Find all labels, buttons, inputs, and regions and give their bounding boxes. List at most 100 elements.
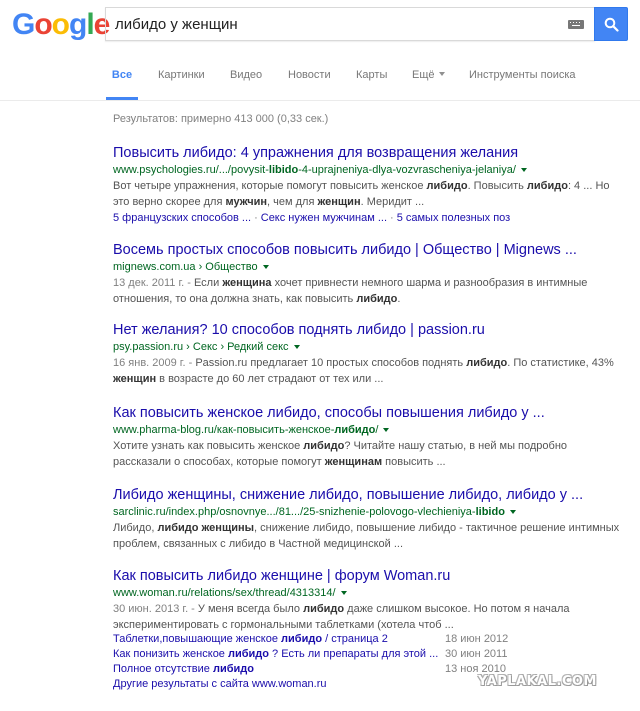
- result-url-text: mignews.com.ua › Общество: [113, 261, 258, 273]
- result-title-link[interactable]: Нет желания? 10 способов поднять либидо …: [113, 321, 613, 339]
- search-input[interactable]: [106, 9, 555, 39]
- tab-more-label: Ещё: [412, 69, 435, 81]
- chevron-down-icon: [438, 72, 445, 76]
- sub-result-text: Как понизить женское: [113, 648, 228, 660]
- search-result: Либидо женщины, снижение либидо, повышен…: [113, 486, 619, 552]
- result-snippet-line: 30 июн. 2013 г. - У меня всегда было либ…: [113, 601, 613, 617]
- sitelink[interactable]: 5 французских способов ...: [113, 212, 251, 224]
- caret-down-icon[interactable]: [340, 591, 347, 595]
- search-result: Восемь простых способов повысить либидо …: [113, 241, 613, 307]
- sitelink[interactable]: Секс нужен мужчинам ...: [261, 212, 387, 224]
- caret-down-icon[interactable]: [383, 428, 390, 432]
- sub-result-row: Таблетки,повышающие женское либидо / стр…: [113, 632, 513, 647]
- result-title-link[interactable]: Как повысить женское либидо, способы пов…: [113, 404, 613, 422]
- tab-all[interactable]: Все: [106, 66, 138, 100]
- result-title-link[interactable]: Повысить либидо: 4 упражнения для возвра…: [113, 144, 613, 162]
- snippet-text: . Меридит ...: [360, 196, 425, 208]
- snippet-highlight: либидо женщины: [157, 522, 255, 534]
- snippet-text: повысить ...: [382, 456, 446, 468]
- tab-news[interactable]: Новости: [288, 66, 331, 100]
- snippet-text: : 4 ... Но: [567, 180, 610, 192]
- result-snippet-line: рассказали о способах, которые помогут ж…: [113, 454, 613, 470]
- result-snippet-line: Вот четыре упражнения, которые помогут п…: [113, 178, 613, 194]
- caret-down-icon[interactable]: [262, 265, 269, 269]
- snippet-text: У меня всегда было: [197, 603, 304, 615]
- header: Google Все Картинки Видео Новости Карты …: [0, 0, 640, 101]
- separator: ·: [254, 212, 258, 224]
- sub-result-text: ? Есть ли препараты для этой ...: [269, 648, 439, 660]
- result-snippet-line: Либидо, либидо женщины, снижение либидо,…: [113, 520, 619, 536]
- result-snippet-line: экспериментировать с гормональными табле…: [113, 617, 613, 633]
- result-stats: Результатов: примерно 413 000 (0,33 сек.…: [113, 113, 329, 125]
- keyboard-icon[interactable]: [568, 20, 584, 29]
- caret-down-icon[interactable]: [520, 168, 527, 172]
- sub-result-row: Как понизить женское либидо ? Есть ли пр…: [113, 647, 513, 662]
- snippet-text: проблем, связанных с либидо в Частной ме…: [113, 538, 404, 550]
- snippet-highlight: либидо: [466, 357, 508, 369]
- tab-search-tools[interactable]: Инструменты поиска: [469, 66, 576, 100]
- tab-images[interactable]: Картинки: [158, 66, 205, 100]
- result-date: 16 янв. 2009 г. -: [113, 357, 196, 369]
- sub-result-highlight: либидо: [281, 633, 323, 645]
- result-url-highlight: libido: [475, 506, 505, 518]
- snippet-highlight: женщин: [113, 373, 157, 385]
- snippet-text: . По статистике, 43%: [507, 357, 614, 369]
- sub-result-date: 30 июн 2011: [445, 648, 508, 660]
- snippet-text: даже слишком высокое. Но потом я начала: [344, 603, 570, 615]
- result-url-part: sarclinic.ru/index.php/osnovnye.../81...…: [113, 506, 476, 518]
- result-url: psy.passion.ru › Секс › Редкий секс: [113, 339, 613, 355]
- result-snippet-line: 13 дек. 2011 г. - Если женщина хочет при…: [113, 275, 613, 291]
- sub-result-link[interactable]: Таблетки,повышающие женское либидо / стр…: [113, 633, 388, 645]
- sub-result-text: / страница 2: [322, 633, 388, 645]
- result-title-link[interactable]: Либидо женщины, снижение либидо, повышен…: [113, 486, 613, 504]
- search-result: Повысить либидо: 4 упражнения для возвра…: [113, 144, 613, 226]
- sub-result-link[interactable]: Полное отсутствие либидо: [113, 663, 254, 675]
- watermark: YAPLAKAL.COM: [478, 674, 597, 689]
- sitelink[interactable]: 5 самых полезных поз: [397, 212, 511, 224]
- caret-down-icon[interactable]: [509, 510, 516, 514]
- result-url: www.pharma-blog.ru/как-повысить-женское-…: [113, 422, 613, 438]
- snippet-text: хочет привнести немного шарма и разнообр…: [271, 277, 588, 289]
- result-snippet-line: отношения, то она должна знать, как повы…: [113, 291, 613, 307]
- snippet-text: У меня всегда было либидо даже слишком в…: [198, 603, 570, 615]
- result-url: sarclinic.ru/index.php/osnovnye.../81...…: [113, 504, 613, 520]
- snippet-highlight: мужчин: [225, 196, 268, 208]
- sub-result-highlight: либидо: [212, 663, 254, 675]
- search-icon: [604, 17, 619, 32]
- result-title-link[interactable]: Как повысить либидо женщине | форум Woma…: [113, 567, 613, 585]
- sub-result-date: 18 июн 2012: [445, 633, 509, 645]
- snippet-text: Либидо,: [113, 522, 158, 534]
- snippet-highlight: женщинам: [324, 456, 383, 468]
- logo-letter: o: [51, 8, 70, 41]
- google-logo[interactable]: Google: [12, 8, 110, 42]
- snippet-text: это верно скорее для: [113, 196, 226, 208]
- snippet-text: рассказали о способах, которые помогут: [113, 456, 325, 468]
- result-snippet-line: 16 янв. 2009 г. - Passion.ru предлагает …: [113, 355, 614, 371]
- more-from-site-link[interactable]: Другие результаты с сайта www.woman.ru: [113, 678, 327, 690]
- caret-down-icon[interactable]: [293, 345, 300, 349]
- snippet-highlight: либидо: [356, 293, 398, 305]
- tab-more[interactable]: Ещё: [412, 66, 445, 100]
- logo-letter: o: [34, 8, 52, 41]
- snippet-text: , чем для: [267, 196, 318, 208]
- search-tabs: Все Картинки Видео Новости Карты Ещё Инс…: [0, 66, 640, 100]
- snippet-highlight: либидо: [303, 603, 345, 615]
- sub-result-text: Полное отсутствие: [113, 663, 213, 675]
- snippet-highlight: женщин: [317, 196, 361, 208]
- tab-video[interactable]: Видео: [230, 66, 262, 100]
- search-button[interactable]: [594, 7, 628, 41]
- search-result: Нет желания? 10 способов поднять либидо …: [113, 321, 614, 387]
- snippet-text: Passion.ru предлагает 10 простых способо…: [195, 357, 467, 369]
- result-title-link[interactable]: Восемь простых способов повысить либидо …: [113, 241, 613, 259]
- separator: ·: [390, 212, 394, 224]
- sub-result-link[interactable]: Как понизить женское либидо ? Есть ли пр…: [113, 648, 438, 660]
- snippet-text: . Повысить: [467, 180, 527, 192]
- site-sub-results: Таблетки,повышающие женское либидо / стр…: [113, 632, 513, 692]
- sub-result-row: Полное отсутствие либидо 13 ноя 2010: [113, 662, 513, 677]
- result-sitelinks: 5 французских способов ... · Секс нужен му…: [113, 210, 613, 226]
- sub-result-highlight: либидо: [227, 648, 269, 660]
- snippet-text: Если: [193, 277, 223, 289]
- result-url-highlight: либидо: [334, 424, 376, 436]
- tab-maps[interactable]: Карты: [356, 66, 387, 100]
- search-result: Как повысить женское либидо, способы пов…: [113, 404, 613, 470]
